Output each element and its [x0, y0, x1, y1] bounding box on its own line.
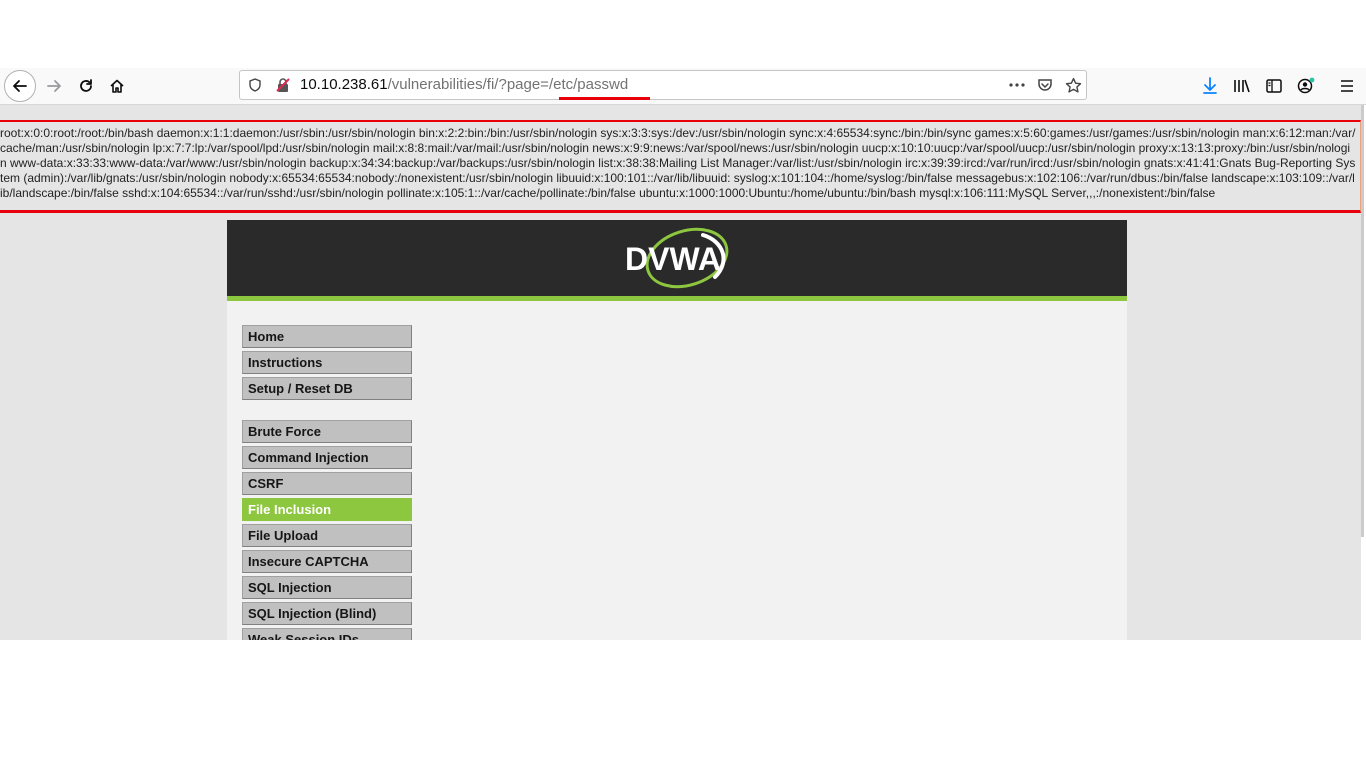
menu-item-home[interactable]: Home [242, 325, 412, 348]
account-button[interactable] [1290, 68, 1322, 104]
dvwa-logo-text: DVWA [625, 241, 721, 277]
bookmark-star-icon[interactable] [1062, 71, 1084, 99]
download-button[interactable] [1194, 68, 1226, 104]
download-icon [1203, 77, 1217, 94]
dvwa-logo: DVWA [625, 227, 729, 289]
passwd-file-output: root:x:0:0:root:/root:/bin/bash daemon:x… [0, 126, 1356, 200]
menu-item-insecure-captcha[interactable]: Insecure CAPTCHA [242, 550, 412, 573]
pocket-icon[interactable] [1034, 71, 1056, 99]
sidebar-icon [1266, 79, 1282, 93]
menu-item-command-injection[interactable]: Command Injection [242, 446, 412, 469]
menu-item-sql-injection[interactable]: SQL Injection [242, 576, 412, 599]
hamburger-menu-icon [1341, 80, 1353, 92]
home-icon [110, 79, 124, 93]
menu-item-file-inclusion[interactable]: File Inclusion [242, 498, 412, 521]
url-query-value: /etc/passwd [548, 76, 629, 93]
dvwa-container: DVWA Home Instructions Setup / Reset DB … [227, 220, 1127, 640]
forward-button[interactable] [38, 68, 70, 104]
reload-icon [80, 79, 92, 92]
url-bar[interactable]: 10.10.238.61/vulnerabilities/fi/?page=/e… [239, 70, 1087, 100]
back-arrow-icon [13, 80, 27, 92]
app-menu-button[interactable] [1331, 68, 1363, 104]
menu-item-setup-reset-db[interactable]: Setup / Reset DB [242, 377, 412, 400]
library-button[interactable] [1226, 68, 1258, 104]
url-path: /vulnerabilities/fi/?page= [387, 76, 549, 93]
library-icon [1234, 79, 1250, 93]
dvwa-header: DVWA [227, 220, 1127, 301]
forward-arrow-icon [47, 80, 61, 92]
page-content: root:x:0:0:root:/root:/bin/bash daemon:x… [0, 105, 1361, 640]
url-annotation-underline [559, 97, 650, 100]
reload-button[interactable] [70, 68, 102, 104]
browser-toolbar: 10.10.238.61/vulnerabilities/fi/?page=/e… [0, 68, 1366, 105]
sidebar-button[interactable] [1258, 68, 1290, 104]
url-text[interactable]: 10.10.238.61/vulnerabilities/fi/?page=/e… [300, 71, 628, 99]
insecure-lock-icon[interactable] [272, 71, 294, 99]
page-scrollbar-thumb[interactable] [1361, 105, 1364, 537]
menu-item-file-upload[interactable]: File Upload [242, 524, 412, 547]
shield-icon[interactable] [244, 71, 266, 99]
url-host: 10.10.238.61 [300, 76, 388, 93]
menu-item-instructions[interactable]: Instructions [242, 351, 412, 374]
menu-item-weak-session-ids[interactable]: Weak Session IDs [242, 628, 412, 640]
menu-item-csrf[interactable]: CSRF [242, 472, 412, 495]
more-actions-icon[interactable] [1006, 71, 1028, 99]
home-button[interactable] [101, 68, 133, 104]
menu-item-sql-injection-blind[interactable]: SQL Injection (Blind) [242, 602, 412, 625]
menu-item-brute-force[interactable]: Brute Force [242, 420, 412, 443]
account-icon [1297, 77, 1315, 94]
back-button[interactable] [4, 70, 36, 102]
